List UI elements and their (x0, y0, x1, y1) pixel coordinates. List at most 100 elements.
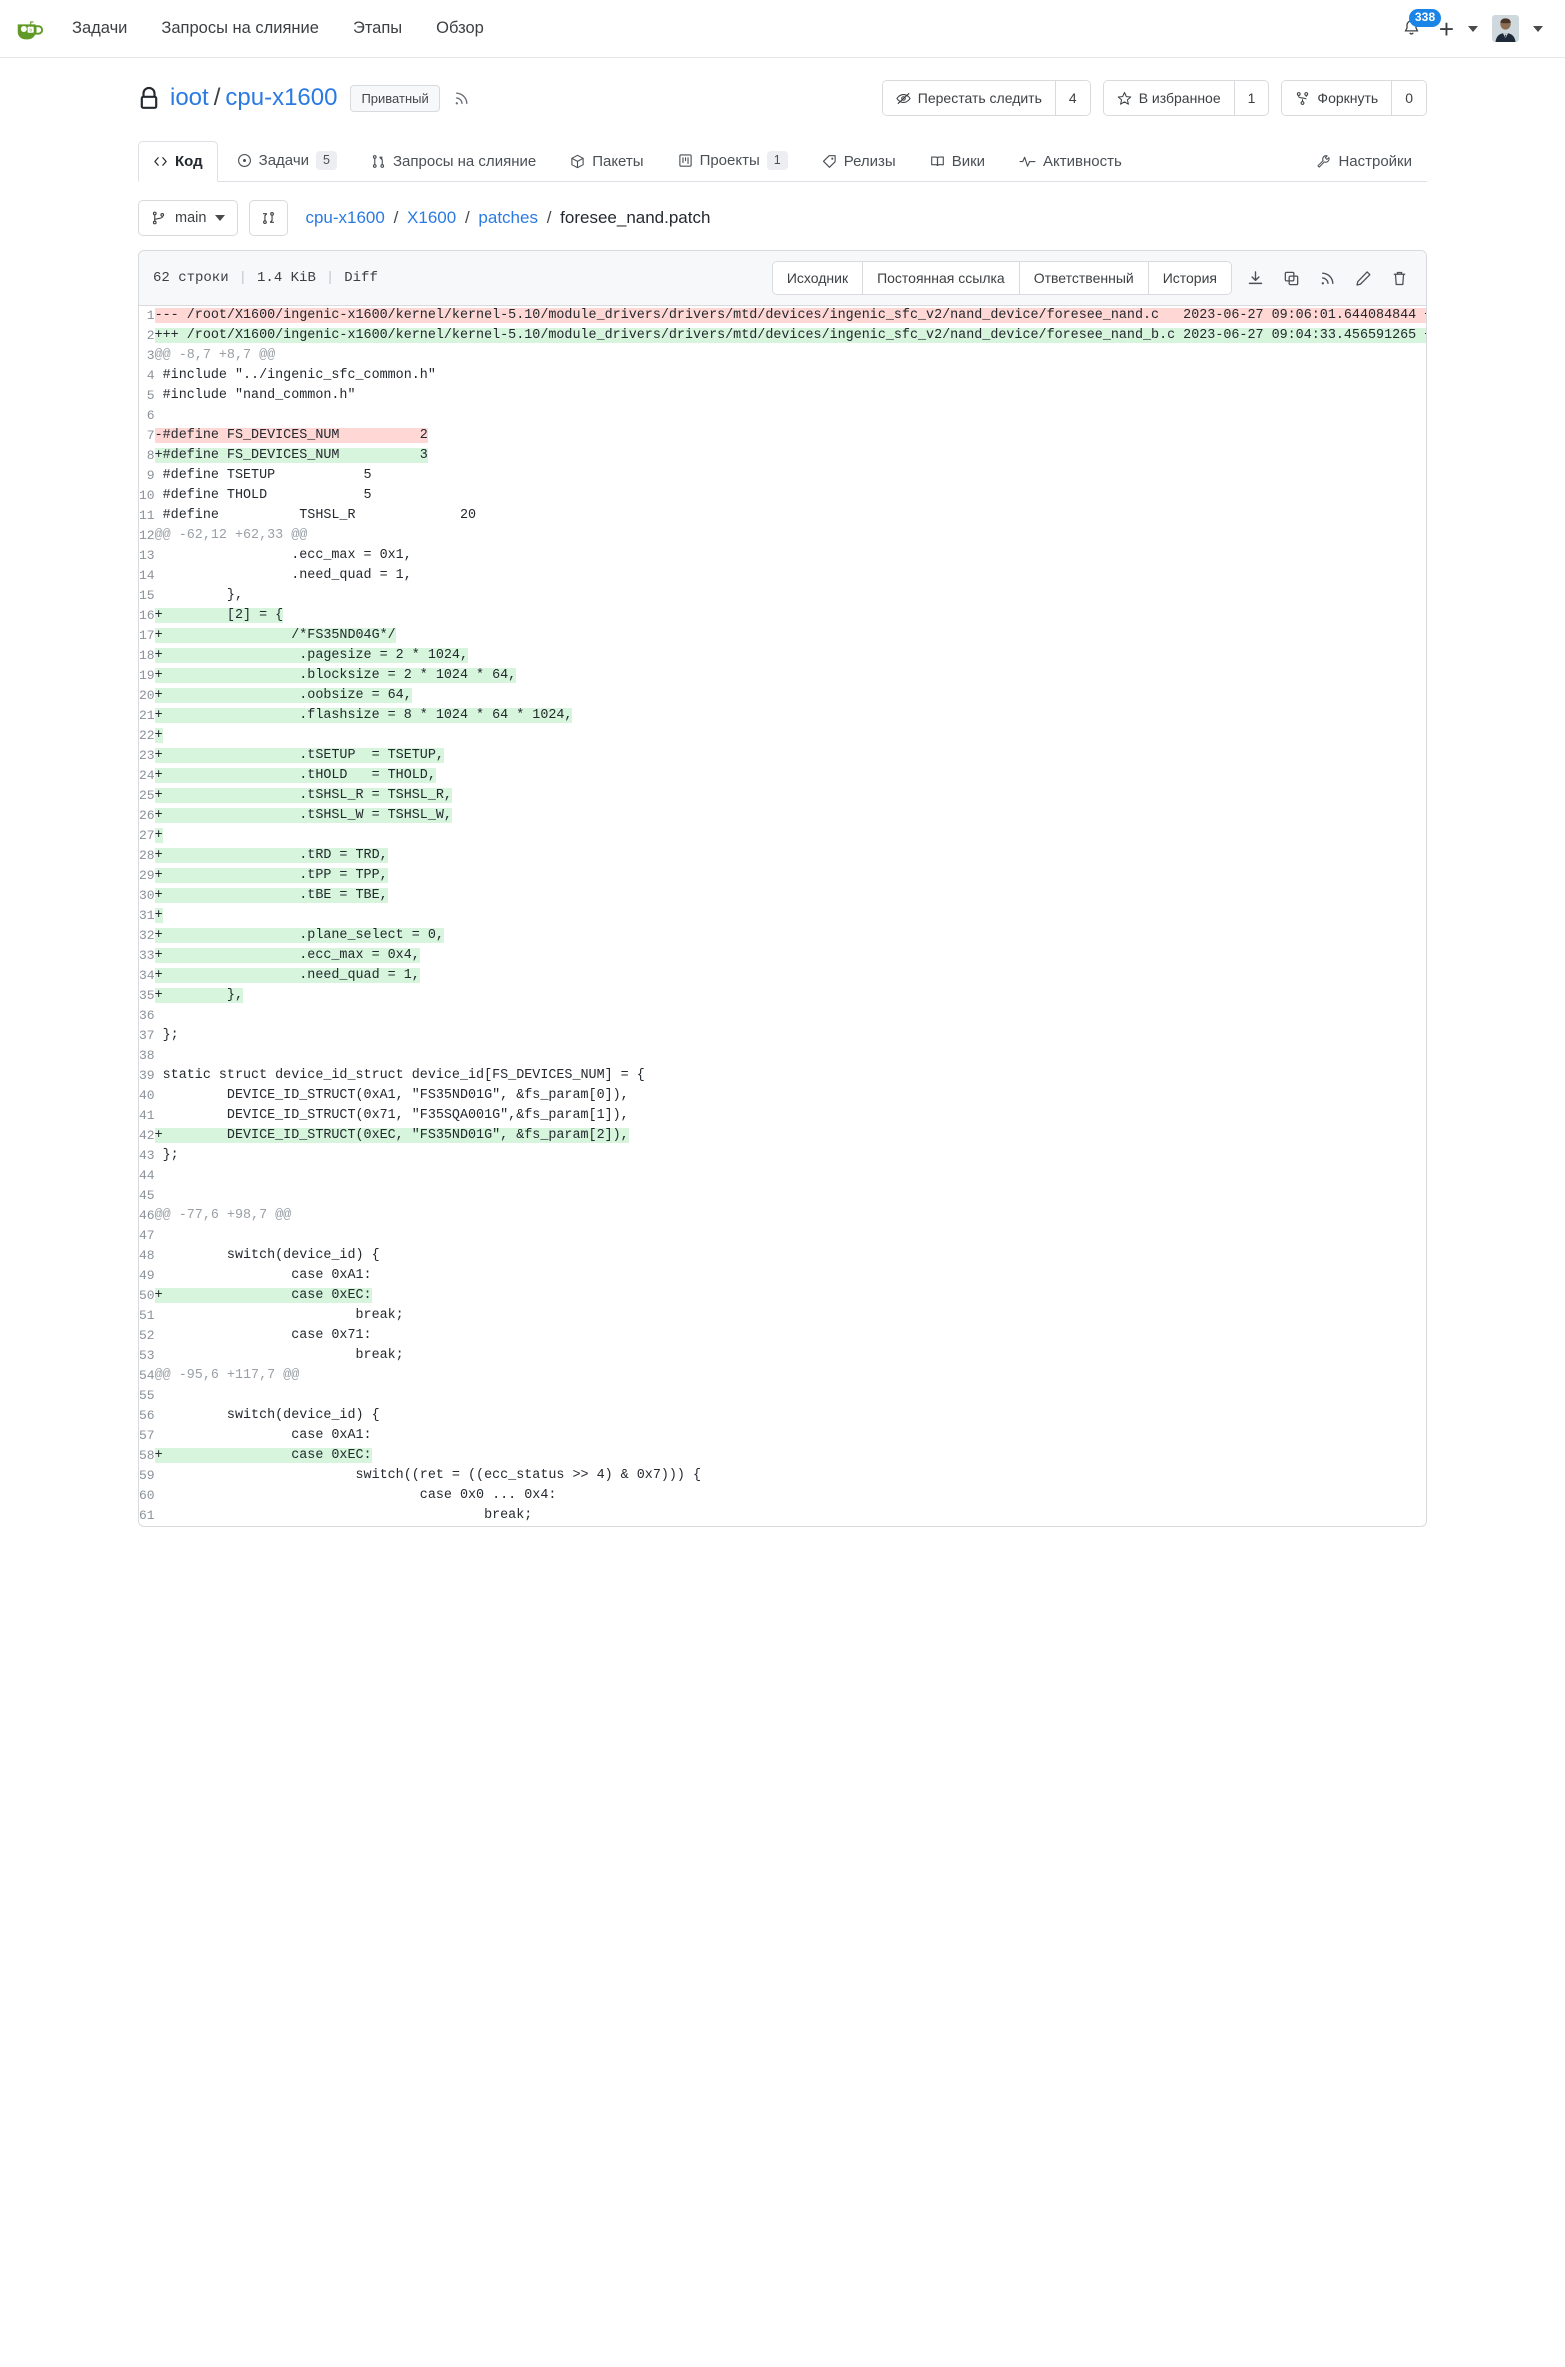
nav-link-pulls[interactable]: Запросы на слияние (161, 19, 319, 38)
trash-delete-icon[interactable] (1386, 265, 1412, 291)
fork-button[interactable]: Форкнуть (1282, 81, 1392, 115)
diff-line-number[interactable]: 41 (139, 1106, 155, 1126)
star-button[interactable]: В избранное (1103, 81, 1234, 115)
tab-wiki[interactable]: Вики (915, 141, 1000, 182)
diff-line-number[interactable]: 29 (139, 866, 155, 886)
rss-icon[interactable] (453, 90, 470, 107)
diff-line-number[interactable]: 52 (139, 1326, 155, 1346)
permalink-button[interactable]: Постоянная ссылка (862, 262, 1019, 294)
diff-line-number[interactable]: 4 (139, 366, 155, 386)
nav-link-explore[interactable]: Обзор (436, 19, 484, 38)
breadcrumb-item-repo[interactable]: cpu-x1600 (305, 208, 384, 227)
diff-line-number[interactable]: 21 (139, 706, 155, 726)
diff-line-number[interactable]: 15 (139, 586, 155, 606)
diff-line-number[interactable]: 3 (139, 346, 155, 366)
diff-line-number[interactable]: 45 (139, 1186, 155, 1206)
diff-line-number[interactable]: 50 (139, 1286, 155, 1306)
star-count[interactable]: 1 (1233, 81, 1269, 115)
diff-line-number[interactable]: 10 (139, 486, 155, 506)
repo-owner-link[interactable]: ioot (170, 84, 209, 112)
tab-packages[interactable]: Пакеты (555, 141, 658, 182)
diff-line-number[interactable]: 22 (139, 726, 155, 746)
branch-selector-button[interactable]: main (138, 200, 239, 236)
diff-line-number[interactable]: 56 (139, 1406, 155, 1426)
diff-line-number[interactable]: 30 (139, 886, 155, 906)
diff-line-number[interactable]: 42 (139, 1126, 155, 1146)
tab-projects[interactable]: Проекты 1 (663, 139, 803, 182)
diff-line-number[interactable]: 36 (139, 1006, 155, 1026)
breadcrumb-item-dir-x1600[interactable]: X1600 (407, 208, 456, 227)
diff-line-number[interactable]: 25 (139, 786, 155, 806)
diff-line-number[interactable]: 33 (139, 946, 155, 966)
diff-line-number[interactable]: 44 (139, 1166, 155, 1186)
fork-count[interactable]: 0 (1391, 81, 1426, 115)
diff-line-number[interactable]: 58 (139, 1446, 155, 1466)
tab-settings[interactable]: Настройки (1301, 141, 1427, 182)
diff-line-number[interactable]: 27 (139, 826, 155, 846)
diff-line-number[interactable]: 53 (139, 1346, 155, 1366)
diff-line-number[interactable]: 9 (139, 466, 155, 486)
copy-icon[interactable] (1278, 265, 1304, 291)
diff-line-number[interactable]: 17 (139, 626, 155, 646)
create-menu-chevron-down-icon[interactable] (1468, 25, 1478, 32)
tab-issues[interactable]: Задачи 5 (222, 139, 352, 182)
diff-line-number[interactable]: 23 (139, 746, 155, 766)
diff-line-number[interactable]: 46 (139, 1206, 155, 1226)
diff-line-number[interactable]: 51 (139, 1306, 155, 1326)
download-icon[interactable] (1242, 265, 1268, 291)
diff-line-number[interactable]: 24 (139, 766, 155, 786)
breadcrumb-item-dir-patches[interactable]: patches (478, 208, 538, 227)
diff-line-number[interactable]: 18 (139, 646, 155, 666)
rss-icon[interactable] (1314, 265, 1340, 291)
tab-pull-requests[interactable]: Запросы на слияние (356, 141, 551, 182)
diff-line-number[interactable]: 13 (139, 546, 155, 566)
watch-button[interactable]: Перестать следить (882, 81, 1055, 115)
diff-line-number[interactable]: 26 (139, 806, 155, 826)
gitea-tea-cup-logo[interactable]: b (14, 14, 44, 44)
diff-line-number[interactable]: 57 (139, 1426, 155, 1446)
history-button[interactable]: История (1147, 262, 1231, 294)
diff-line-number[interactable]: 54 (139, 1366, 155, 1386)
diff-line-number[interactable]: 37 (139, 1026, 155, 1046)
diff-line-number[interactable]: 11 (139, 506, 155, 526)
nav-link-milestones[interactable]: Этапы (353, 19, 402, 38)
diff-line-number[interactable]: 55 (139, 1386, 155, 1406)
avatar[interactable] (1492, 15, 1519, 42)
diff-line-number[interactable]: 6 (139, 406, 155, 426)
diff-line-number[interactable]: 14 (139, 566, 155, 586)
diff-line-number[interactable]: 59 (139, 1466, 155, 1486)
diff-line-number[interactable]: 39 (139, 1066, 155, 1086)
diff-line-number[interactable]: 43 (139, 1146, 155, 1166)
diff-line-number[interactable]: 38 (139, 1046, 155, 1066)
notifications-button[interactable]: 338 (1399, 8, 1442, 42)
diff-line-number[interactable]: 32 (139, 926, 155, 946)
repo-name-link[interactable]: cpu-x1600 (225, 84, 337, 112)
diff-line-number[interactable]: 12 (139, 526, 155, 546)
diff-line-number[interactable]: 20 (139, 686, 155, 706)
tab-activity[interactable]: Активность (1004, 141, 1137, 182)
diff-line-number[interactable]: 8 (139, 446, 155, 466)
diff-line-number[interactable]: 31 (139, 906, 155, 926)
diff-line-number[interactable]: 40 (139, 1086, 155, 1106)
blame-button[interactable]: Ответственный (1018, 262, 1148, 294)
tab-code[interactable]: Код (138, 141, 218, 182)
diff-line-number[interactable]: 28 (139, 846, 155, 866)
user-menu-chevron-down-icon[interactable] (1533, 25, 1543, 32)
diff-line-number[interactable]: 1 (139, 306, 155, 326)
tab-releases[interactable]: Релизы (807, 141, 911, 182)
diff-line-number[interactable]: 49 (139, 1266, 155, 1286)
diff-line-number[interactable]: 61 (139, 1506, 155, 1526)
compare-button[interactable] (249, 200, 289, 236)
diff-line-number[interactable]: 34 (139, 966, 155, 986)
diff-line-number[interactable]: 2 (139, 326, 155, 346)
diff-line-number[interactable]: 60 (139, 1486, 155, 1506)
diff-line-number[interactable]: 7 (139, 426, 155, 446)
diff-line-number[interactable]: 16 (139, 606, 155, 626)
diff-line-number[interactable]: 48 (139, 1246, 155, 1266)
diff-line-number[interactable]: 47 (139, 1226, 155, 1246)
pencil-edit-icon[interactable] (1350, 265, 1376, 291)
diff-line-number[interactable]: 35 (139, 986, 155, 1006)
watch-count[interactable]: 4 (1054, 81, 1090, 115)
nav-link-issues[interactable]: Задачи (72, 19, 127, 38)
diff-line-number[interactable]: 19 (139, 666, 155, 686)
